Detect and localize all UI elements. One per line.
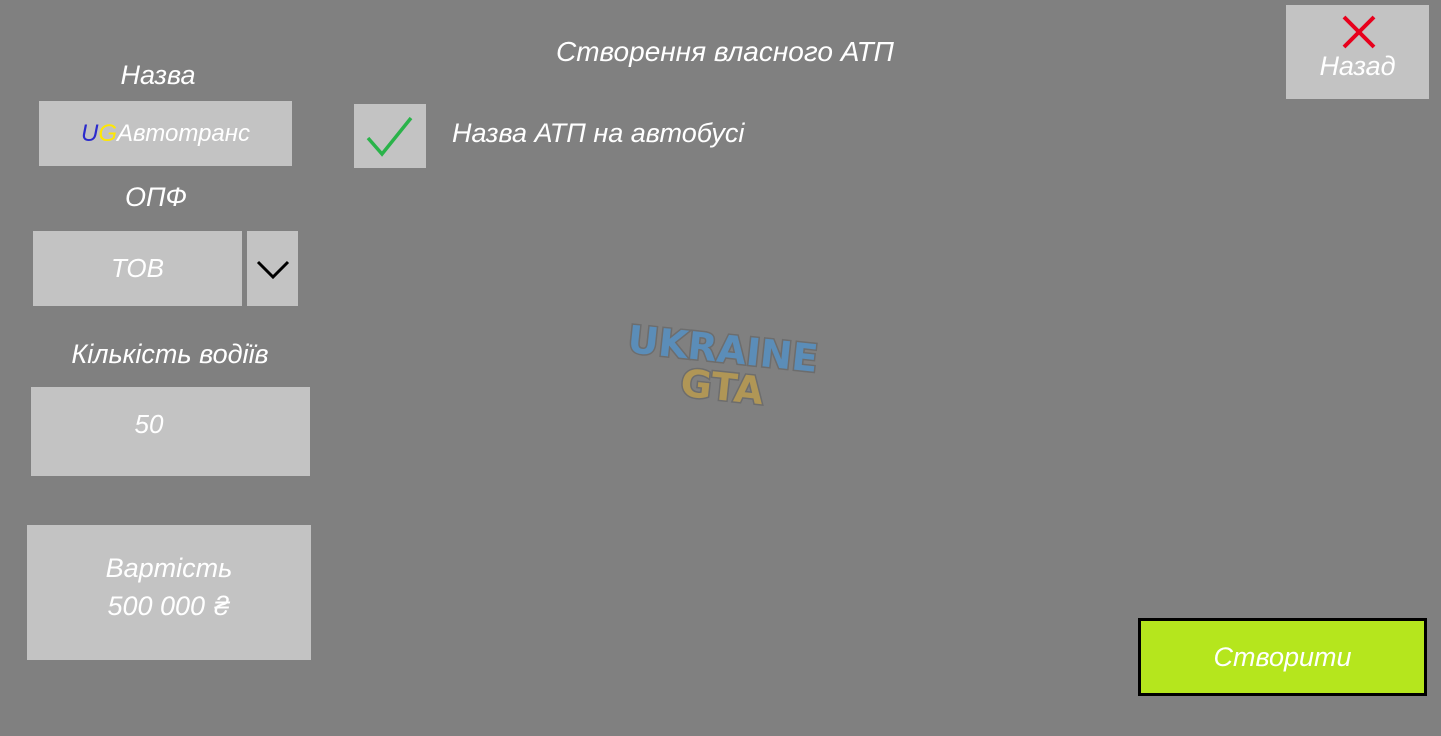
drivers-label: Кількість водіїв [71, 339, 269, 369]
name-prefix-g: G [98, 119, 118, 147]
drivers-count-field[interactable]: 50 [31, 387, 310, 476]
name-field[interactable]: U G Автотранс [39, 101, 292, 166]
back-label: Назад [1319, 51, 1396, 81]
name-label: Назва [120, 60, 196, 90]
create-button[interactable]: Створити [1138, 618, 1427, 696]
cost-display: Вартість 500 000 ₴ [27, 525, 311, 660]
name-value-rest: Автотранс [117, 119, 250, 147]
opf-value: ТОВ [111, 253, 164, 283]
bus-name-checkbox[interactable] [354, 104, 426, 168]
opf-select[interactable]: ТОВ [33, 231, 242, 306]
name-prefix-u: U [81, 119, 99, 147]
drivers-value: 50 [134, 409, 164, 439]
opf-dropdown-button[interactable] [247, 231, 298, 306]
cost-value: 500 000 ₴ [107, 591, 231, 621]
chevron-down-icon [256, 260, 289, 279]
create-button-label: Створити [1213, 641, 1352, 672]
page-title: Створення власного АТП [556, 36, 894, 67]
svg-text:GTA: GTA [679, 361, 767, 413]
checkmark-icon [366, 116, 413, 157]
close-icon [1342, 15, 1376, 49]
opf-label: ОПФ [124, 182, 188, 212]
create-company-screen: Створення власного АТП Назва U G Автотранс… [0, 0, 1441, 736]
bus-name-checkbox-label: Назва АТП на автобусі [452, 118, 745, 148]
cost-label: Вартість [105, 553, 233, 583]
back-button[interactable]: Назад [1286, 5, 1429, 99]
ukraine-gta-logo: UKRAINE GTA [624, 318, 821, 415]
